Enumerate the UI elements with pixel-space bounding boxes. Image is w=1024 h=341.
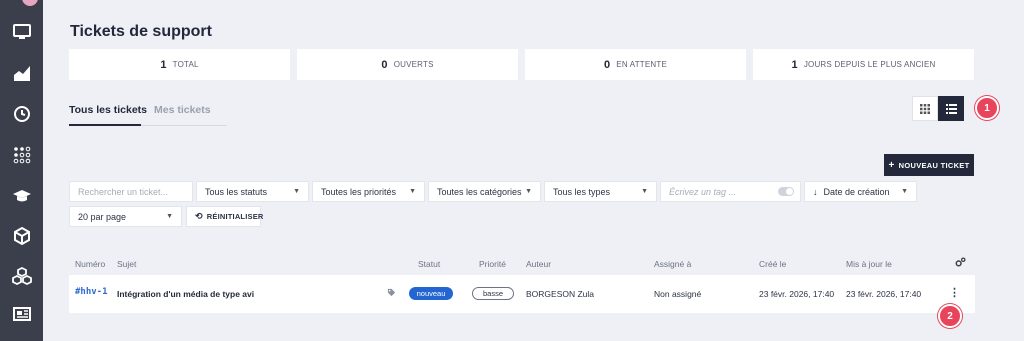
tag-mode-toggle[interactable]	[778, 187, 794, 196]
col-number[interactable]: Numéro	[75, 259, 105, 269]
clock-icon[interactable]	[0, 100, 43, 128]
tag-input[interactable]: Écrivez un tag ...	[660, 181, 801, 202]
reset-icon: ⟲	[195, 211, 203, 221]
tab-all-tickets[interactable]: Tous les tickets	[69, 104, 147, 116]
active-tab-indicator	[69, 124, 141, 126]
sort-down-icon: ↓	[813, 186, 818, 197]
table-row[interactable]: #hhv-1 Intégration d'un média de type av…	[69, 275, 975, 313]
search-input[interactable]: Rechercher un ticket...	[69, 181, 193, 202]
type-filter[interactable]: Tous les types ▼	[544, 181, 657, 202]
ticket-id-link[interactable]: #hhv-1	[75, 287, 108, 297]
col-author[interactable]: Auteur	[526, 259, 551, 269]
caret-down-icon: ▼	[409, 188, 416, 195]
box-icon[interactable]	[0, 222, 43, 250]
tab-my-tickets[interactable]: Mes tickets	[154, 104, 211, 116]
list-view-icon	[945, 103, 957, 114]
col-status[interactable]: Statut	[418, 259, 440, 269]
ticket-assignee: Non assigné	[654, 289, 702, 299]
list-view-button[interactable]	[938, 96, 964, 121]
stat-open: 0 OUVERTS	[297, 49, 518, 80]
stat-total: 1 TOTAL	[69, 49, 290, 80]
caret-down-icon: ▼	[901, 188, 908, 195]
grid-view-button[interactable]	[912, 96, 938, 121]
priority-filter[interactable]: Toutes les priorités ▼	[312, 181, 425, 202]
col-updated[interactable]: Mis à jour le	[846, 259, 892, 269]
apps-grid-icon[interactable]	[0, 141, 43, 169]
caret-down-icon: ▼	[293, 188, 300, 195]
category-filter[interactable]: Toutes les catégories ▼	[428, 181, 541, 202]
sidebar	[0, 0, 43, 341]
newspaper-icon[interactable]	[0, 300, 43, 328]
ticket-tabs: Tous les tickets Mes tickets	[69, 100, 227, 126]
col-priority[interactable]: Priorité	[479, 259, 506, 269]
graduation-cap-icon[interactable]	[0, 182, 43, 210]
ticket-created: 23 févr. 2026, 17:40	[759, 289, 835, 299]
settings-icon[interactable]	[955, 257, 966, 270]
new-ticket-button[interactable]: + NOUVEAU TICKET	[884, 154, 974, 176]
status-filter[interactable]: Tous les statuts ▼	[196, 181, 309, 202]
caret-down-icon: ▼	[525, 188, 532, 195]
annotation-badge-1: 1	[975, 96, 999, 120]
sort-select[interactable]: ↓ Date de création ▼	[804, 181, 917, 202]
table-header: Numéro Sujet Statut Priorité Auteur Assi…	[69, 257, 975, 273]
col-assignee[interactable]: Assigné à	[654, 259, 691, 269]
monitor-icon[interactable]	[0, 18, 43, 46]
main-content: Tickets de support 1 TOTAL 0 OUVERTS 0 EN A…	[43, 0, 1024, 341]
view-toggle	[912, 96, 964, 121]
tag-icon	[387, 288, 396, 299]
priority-badge: basse	[472, 287, 514, 300]
logo	[22, 0, 38, 6]
boxes-icon[interactable]	[0, 262, 43, 290]
page-title: Tickets de support	[70, 23, 212, 40]
caret-down-icon: ▼	[166, 213, 173, 220]
stat-oldest-days: 1 JOURS DEPUIS LE PLUS ANCIEN	[753, 49, 974, 80]
stats-bar: 1 TOTAL 0 OUVERTS 0 EN ATTENTE 1 JOURS DEPUI…	[69, 49, 974, 80]
reset-button[interactable]: ⟲ RÉINITIALISER	[186, 206, 263, 227]
stat-pending: 0 EN ATTENTE	[525, 49, 746, 80]
ticket-author: BORGESON Zula	[526, 289, 595, 299]
status-badge: nouveau	[409, 287, 453, 300]
more-vertical-icon[interactable]: ⋮	[949, 286, 960, 299]
col-created[interactable]: Créé le	[759, 259, 786, 269]
annotation-badge-2: 2	[938, 304, 962, 328]
grid-view-icon	[920, 103, 930, 114]
caret-down-icon: ▼	[641, 188, 648, 195]
per-page-select[interactable]: 20 par page ▼	[69, 206, 182, 227]
chart-icon[interactable]	[0, 59, 43, 87]
ticket-subject[interactable]: Intégration d'un média de type avi	[117, 289, 254, 299]
plus-icon: +	[888, 159, 895, 171]
ticket-updated: 23 févr. 2026, 17:40	[846, 289, 922, 299]
col-subject[interactable]: Sujet	[117, 259, 136, 269]
